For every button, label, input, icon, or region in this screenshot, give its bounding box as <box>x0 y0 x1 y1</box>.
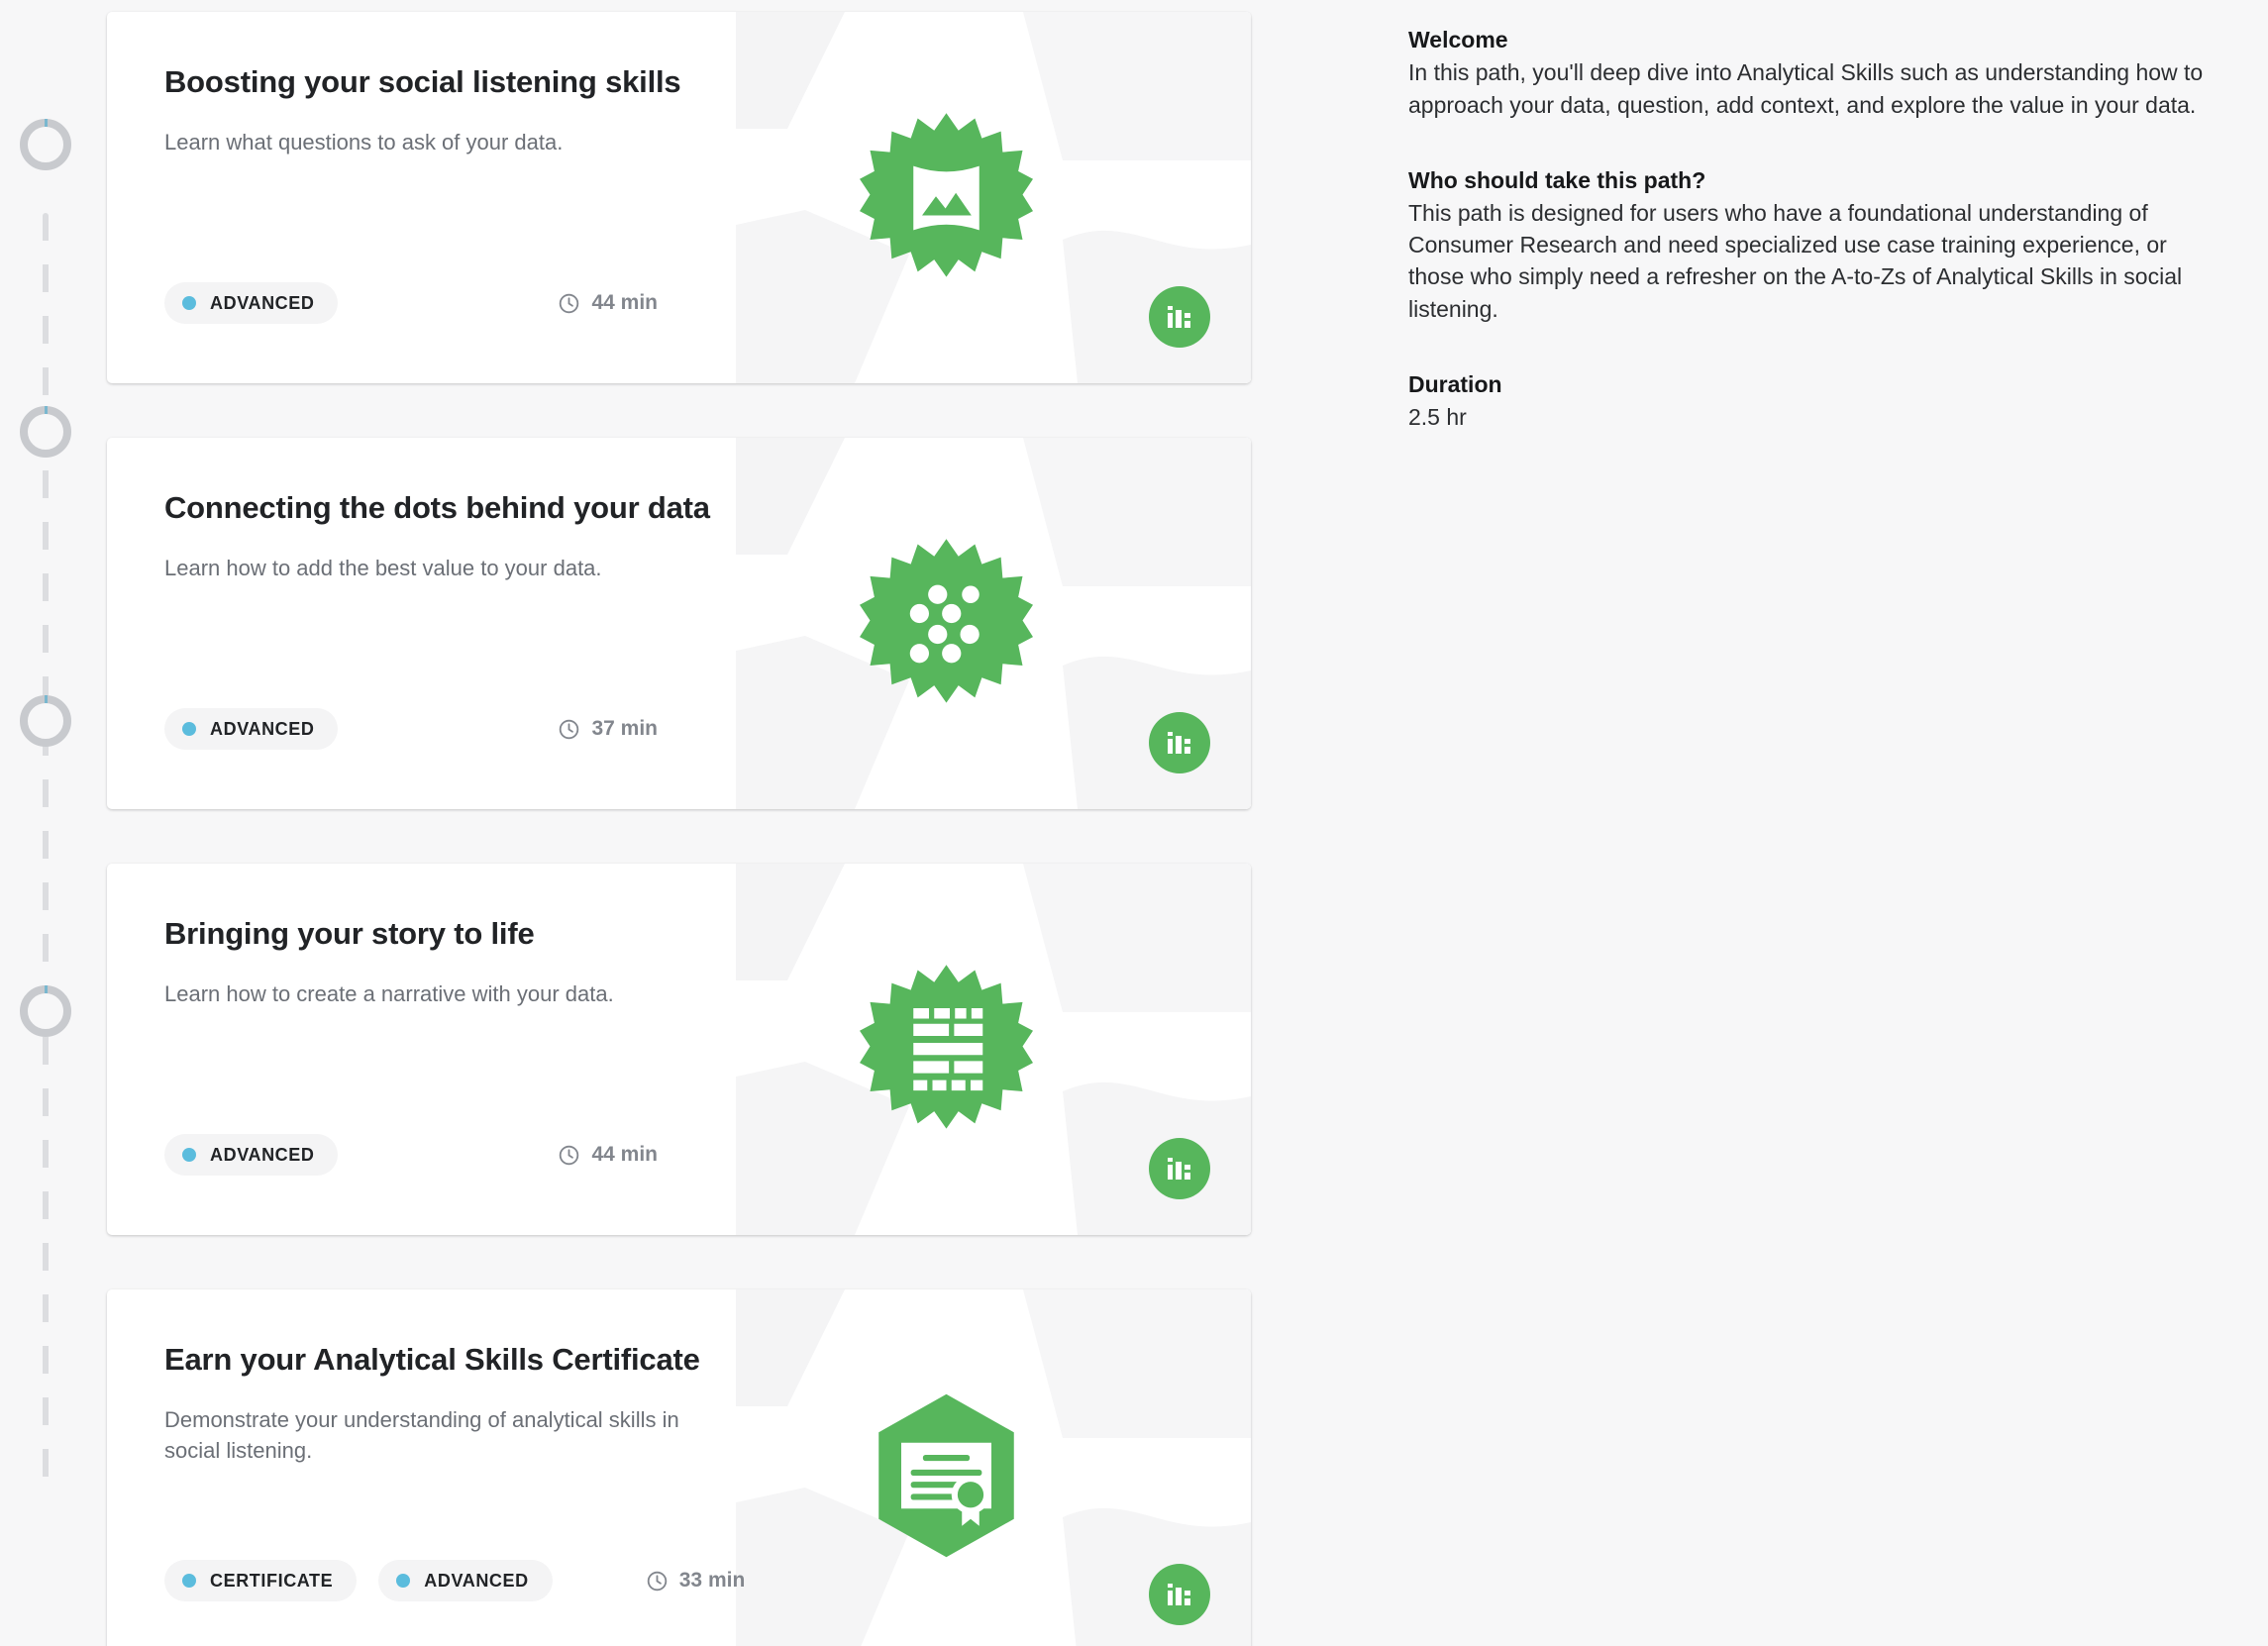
course-card[interactable]: Boosting your social listening skills Le… <box>107 12 1251 383</box>
card-content: Connecting the dots behind your data Lea… <box>107 438 751 809</box>
card-title: Earn your Analytical Skills Certificate <box>164 1342 700 1377</box>
audience-heading: Who should take this path? <box>1408 166 1706 193</box>
audience-section: Who should take this path? This path is … <box>1408 164 2209 325</box>
timeline-node-4[interactable] <box>20 985 71 1037</box>
progress-timeline <box>0 0 107 1646</box>
image-badge-icon <box>860 112 1033 277</box>
duration-value: 2.5 hr <box>1408 404 1467 431</box>
card-artwork <box>736 438 1251 809</box>
card-title: Bringing your story to life <box>164 916 535 951</box>
timeline-node-1[interactable] <box>20 119 71 170</box>
card-artwork <box>736 1289 1251 1646</box>
welcome-section: Welcome In this path, you'll deep dive i… <box>1408 24 2209 121</box>
card-description: Learn what questions to ask of your data… <box>164 130 564 155</box>
welcome-body: In this path, you'll deep dive into Anal… <box>1408 59 2204 118</box>
card-content: Boosting your social listening skills Le… <box>107 12 751 383</box>
card-description: Learn how to add the best value to your … <box>164 556 602 581</box>
timeline-node-2[interactable] <box>20 406 71 458</box>
card-content: Earn your Analytical Skills Certificate … <box>107 1289 751 1646</box>
course-card[interactable]: Earn your Analytical Skills Certificate … <box>107 1289 1251 1646</box>
timeline-node-3[interactable] <box>20 695 71 747</box>
course-card[interactable]: Connecting the dots behind your data Lea… <box>107 438 1251 809</box>
brand-logo-badge <box>1149 1564 1210 1625</box>
brand-logo-badge <box>1149 286 1210 348</box>
course-card[interactable]: Bringing your story to life Learn how to… <box>107 864 1251 1235</box>
duration-heading: Duration <box>1408 370 1502 397</box>
card-artwork <box>736 12 1251 383</box>
achievement-badge <box>860 1389 1033 1562</box>
bar-chart-logo-icon <box>1168 1584 1190 1605</box>
bar-chart-logo-icon <box>1168 306 1190 328</box>
story-lines-badge-icon <box>860 964 1033 1129</box>
brand-logo-badge <box>1149 1138 1210 1199</box>
certificate-badge-icon <box>878 1393 1014 1557</box>
dot-cluster-badge-icon <box>860 538 1033 703</box>
brand-logo-badge <box>1149 712 1210 773</box>
course-card-list: Boosting your social listening skills Le… <box>0 0 1347 1646</box>
card-title: Boosting your social listening skills <box>164 64 681 99</box>
card-title: Connecting the dots behind your data <box>164 490 710 525</box>
achievement-badge <box>860 111 1033 284</box>
achievement-badge <box>860 537 1033 710</box>
duration-section: Duration 2.5 hr <box>1408 368 2209 434</box>
welcome-heading: Welcome <box>1408 27 1508 52</box>
bar-chart-logo-icon <box>1168 732 1190 754</box>
bar-chart-logo-icon <box>1168 1158 1190 1180</box>
achievement-badge <box>860 963 1033 1136</box>
card-description: Demonstrate your understanding of analyt… <box>164 1407 679 1463</box>
path-info-panel: Welcome In this path, you'll deep dive i… <box>1347 0 2268 1646</box>
learning-path-page: Boosting your social listening skills Le… <box>0 0 2268 1646</box>
card-description: Learn how to create a narrative with you… <box>164 981 614 1007</box>
card-artwork <box>736 864 1251 1235</box>
card-content: Bringing your story to life Learn how to… <box>107 864 751 1235</box>
audience-body: This path is designed for users who have… <box>1408 200 2183 322</box>
